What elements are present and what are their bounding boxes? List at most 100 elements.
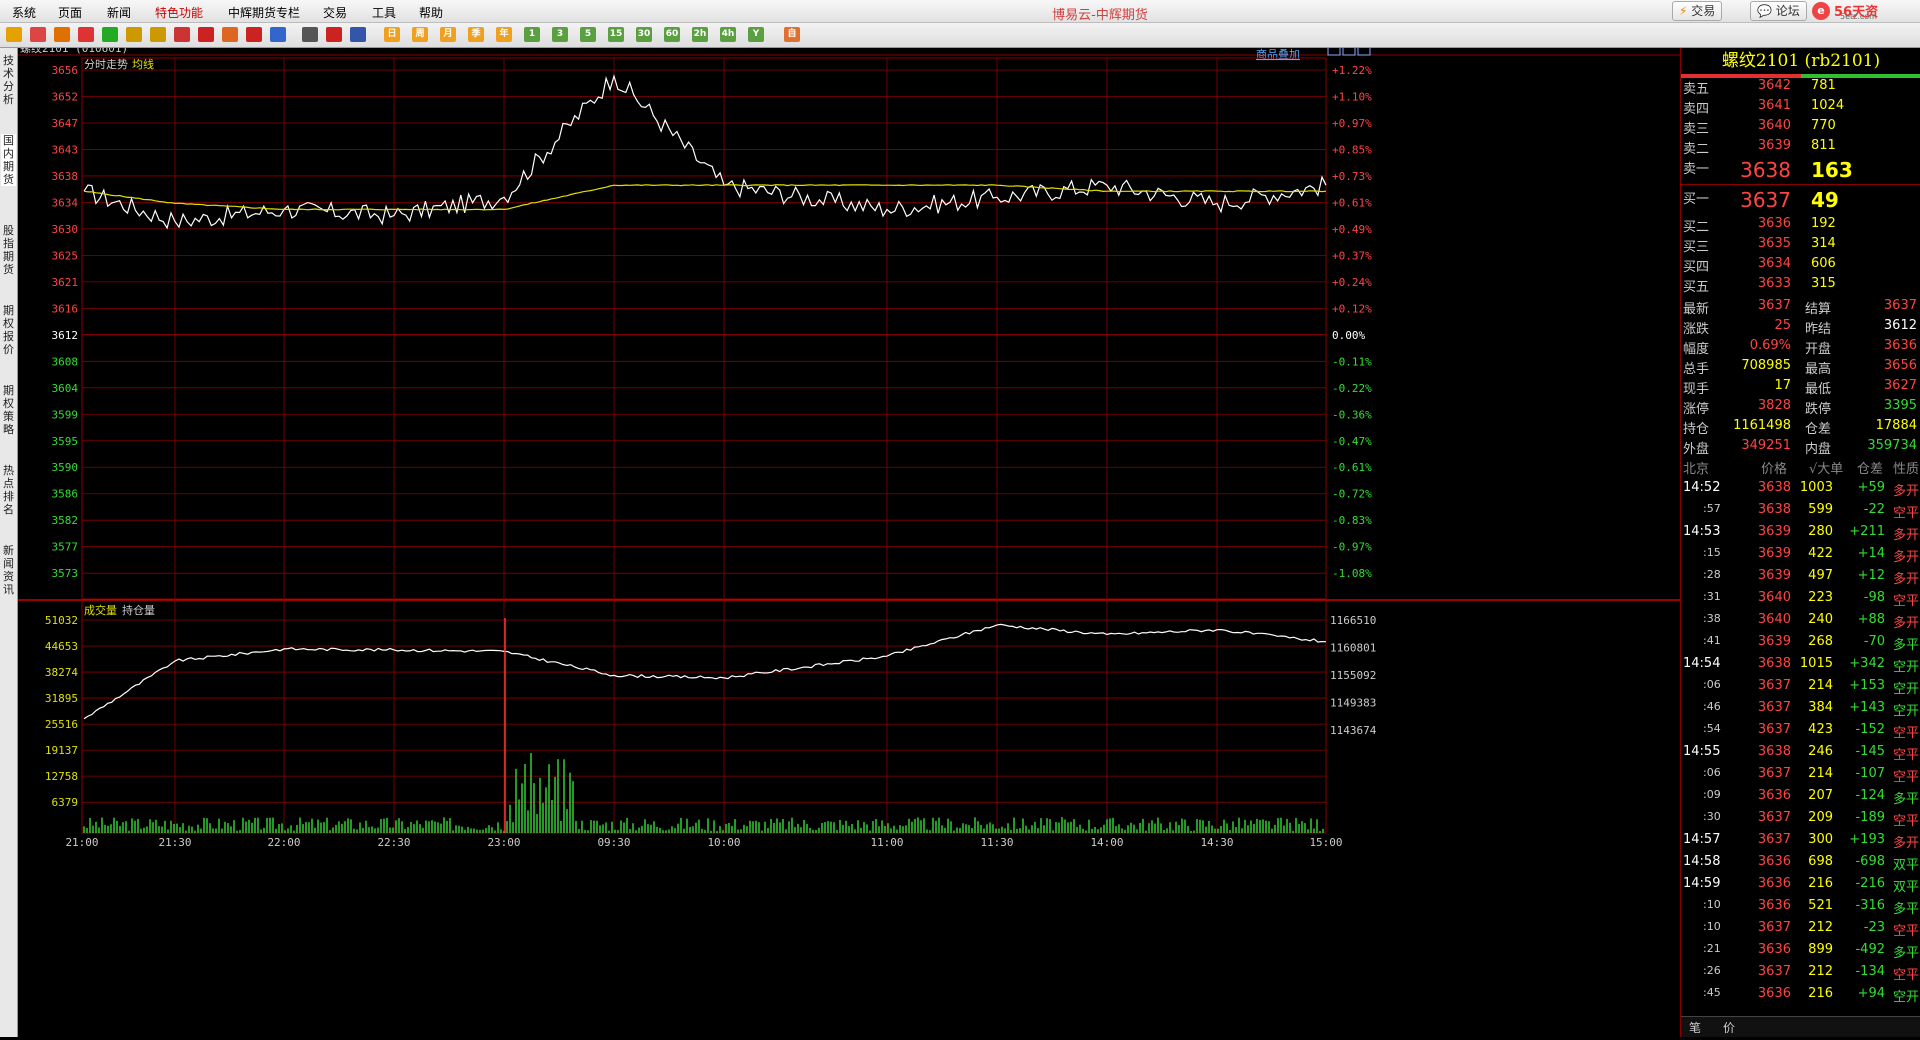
stat-value: 3395 (1883, 398, 1917, 413)
price-tick-label: 3634 (52, 196, 79, 209)
period-1-button[interactable]: 日 (384, 27, 400, 42)
tick-row: :57 3638 599 -22 空平 (1681, 502, 1920, 524)
overlay-link[interactable]: 商品叠加 (1256, 47, 1300, 61)
intraday-chart[interactable]: 螺纹2101 (010601) 商品叠加 3656 +1.22% 3652 +1.10% 3… (18, 41, 1680, 1037)
period-13-button[interactable]: 4h (720, 27, 736, 42)
tick-volume: 209 (1808, 810, 1833, 825)
chart-background (18, 48, 1680, 1037)
time-tick-label: 14:30 (1200, 836, 1233, 849)
tick-oi-change: -23 (1863, 920, 1885, 935)
time-tick-label: 15:00 (1309, 836, 1342, 849)
tick-type: 双平 (1892, 880, 1919, 895)
tick-volume: 423 (1808, 722, 1833, 737)
bottom-tab-1[interactable]: 笔 (1689, 1019, 1701, 1036)
tick-oi-change: -107 (1855, 766, 1885, 781)
tick-price: 3636 (1757, 986, 1791, 1001)
window-icon[interactable] (174, 27, 190, 42)
logo: e 56天资 5etz.com (1810, 1, 1918, 21)
pct-tick-label: -0.97% (1332, 541, 1372, 554)
back-icon[interactable] (6, 27, 22, 42)
paint-icon[interactable] (222, 27, 238, 42)
tick-type: 空开 (1892, 990, 1919, 1005)
pct-tick-label: -0.36% (1332, 408, 1372, 421)
ask-row: 卖五 3642 781 (1681, 78, 1920, 98)
chart-symbol: 螺纹2101 (010601) (20, 48, 128, 55)
period-7-button[interactable]: 3 (552, 27, 568, 42)
bid-price: 3637 (1740, 188, 1791, 212)
tab-option-quotes[interactable]: 期权报价 (1, 304, 16, 356)
tick-volume: 422 (1808, 546, 1833, 561)
price-tick-label: 3590 (52, 461, 79, 474)
price-tick-label: 3595 (52, 435, 79, 448)
trade-button[interactable]: ⚡ 交易 (1672, 1, 1723, 21)
stat-label: 持仓 (1683, 422, 1710, 437)
bid-row: 买五 3633 315 (1681, 276, 1920, 296)
menu-news[interactable]: 新闻 (107, 4, 131, 21)
tick-row: 14:55 3638 246 -145 空平 (1681, 744, 1920, 766)
price-tick-label: 3656 (52, 64, 79, 77)
period-4-button[interactable]: 季 (468, 27, 484, 42)
table-icon[interactable] (302, 27, 318, 42)
ticks-header-cell: 北京 (1683, 462, 1710, 477)
tick-row: :09 3636 207 -124 多平 (1681, 788, 1920, 810)
ticks-header: 北京 价格 √大单 仓差 性质 (1681, 458, 1920, 478)
period-5-button[interactable]: 年 (496, 27, 512, 42)
menu-zhonghui-column[interactable]: 中辉期货专栏 (228, 4, 300, 21)
tick-type: 双平 (1892, 858, 1919, 873)
menu-system[interactable]: 系统 (12, 4, 36, 21)
pen-icon[interactable] (198, 27, 214, 42)
tick-price: 3636 (1757, 898, 1791, 913)
bottom-tab-2[interactable]: 价 (1723, 1019, 1735, 1036)
price-tick-label: 3612 (52, 329, 79, 342)
refresh-icon[interactable] (102, 27, 118, 42)
news-icon[interactable] (78, 27, 94, 42)
tick-type: 空开 (1892, 704, 1919, 719)
logo-subtext: 5etz.com (1840, 12, 1877, 21)
menu-help[interactable]: 帮助 (419, 4, 443, 21)
tick-price: 3636 (1757, 876, 1791, 891)
ask-volume: 163 (1811, 158, 1853, 182)
menu-tools[interactable]: 工具 (372, 4, 396, 21)
time-tick-label: 21:00 (65, 836, 98, 849)
period-15-button[interactable]: 自 (784, 27, 800, 42)
forum-button[interactable]: 💬 论坛 (1750, 1, 1807, 21)
tab-index-futures[interactable]: 股指期货 (1, 224, 16, 276)
book-icon[interactable] (54, 27, 70, 42)
home-icon[interactable] (30, 27, 46, 42)
chart-icon[interactable] (326, 27, 342, 42)
period-9-button[interactable]: 15 (608, 27, 624, 42)
ask-label: 卖四 (1683, 102, 1710, 117)
split-icon[interactable] (350, 27, 366, 42)
period-11-button[interactable]: 60 (664, 27, 680, 42)
tab-technical-analysis[interactable]: 技术分析 (1, 54, 16, 106)
menu-trade[interactable]: 交易 (323, 4, 347, 21)
menu-page[interactable]: 页面 (58, 4, 82, 21)
tick-row: 14:57 3637 300 +193 多开 (1681, 832, 1920, 854)
period-14-button[interactable]: Y (748, 27, 764, 42)
stat-label: 涨跌 (1683, 322, 1710, 337)
period-12-button[interactable]: 2h (692, 27, 708, 42)
quote-title: 螺纹2101 (rb2101) (1721, 51, 1881, 71)
period-10-button[interactable]: 30 (636, 27, 652, 42)
tick-volume: 300 (1808, 832, 1833, 847)
menu-features[interactable]: 特色功能 (155, 4, 203, 21)
tick-row: :26 3637 212 -134 空平 (1681, 964, 1920, 986)
tick-oi-change: -189 (1855, 810, 1885, 825)
zoom-in-icon[interactable] (126, 27, 142, 42)
price-tick-label: 3573 (52, 567, 79, 580)
stat-value: 17884 (1875, 418, 1917, 433)
funnel-icon[interactable] (246, 27, 262, 42)
period-3-button[interactable]: 月 (440, 27, 456, 42)
period-2-button[interactable]: 周 (412, 27, 428, 42)
tab-news-info[interactable]: 新闻资讯 (1, 544, 16, 596)
period-8-button[interactable]: 5 (580, 27, 596, 42)
oi-tick-label: 1155092 (1330, 669, 1376, 682)
star-icon[interactable] (270, 27, 286, 42)
zoom-out-icon[interactable] (150, 27, 166, 42)
tick-price: 3636 (1757, 854, 1791, 869)
tab-domestic-futures[interactable]: 国内期货 (1, 134, 16, 186)
tab-hot-ranking[interactable]: 热点排名 (1, 464, 16, 516)
period-6-button[interactable]: 1 (524, 27, 540, 42)
tick-type: 空平 (1892, 814, 1919, 829)
tab-option-strategy[interactable]: 期权策略 (1, 384, 16, 436)
